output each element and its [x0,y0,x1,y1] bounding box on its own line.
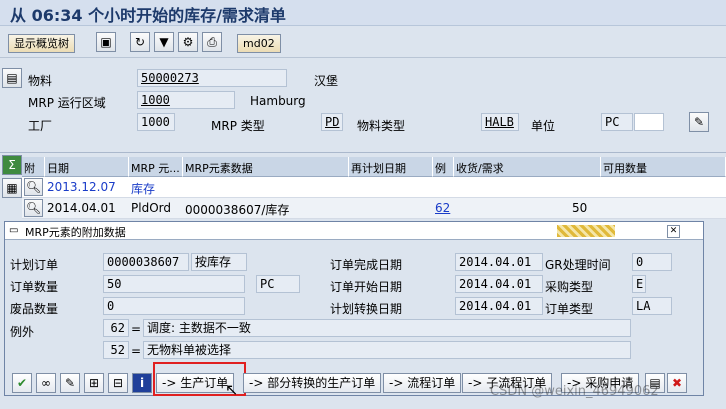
magnifier-icon[interactable]: 🔍︎ [24,178,43,196]
hierarchy-icon[interactable]: ▦ [2,178,22,198]
picture-icon[interactable]: ▣ [96,32,116,52]
row-mrp-data: 0000038607/库存 [185,203,290,217]
start-date-field[interactable]: 2014.04.01 [455,275,543,293]
settings-icon[interactable]: ⚙ [178,32,198,52]
edit-pencil-icon[interactable]: ✎ [689,112,709,132]
plant-field[interactable]: 1000 [137,113,175,131]
overview-tree-button[interactable]: 显示概览树 [8,34,75,53]
planned-order-label: 计划订单 [10,258,59,272]
watermark: CSDN @weixin_46949062 [490,384,659,399]
md02-button[interactable]: md02 [237,34,281,53]
col-receipt-req[interactable]: 收货/需求 [454,157,601,177]
finish-date-label: 订单完成日期 [330,258,403,272]
row-date: 2014.04.01 [47,201,116,215]
col-mrp-data[interactable]: MRP元素数据 [183,157,349,177]
material-field[interactable]: 50000273 [137,69,287,87]
row-exception-link[interactable]: 62 [435,201,450,215]
hierarchy-down-icon[interactable]: ⊞ [84,373,104,393]
process-order-button[interactable]: -> 流程订单 [383,373,462,393]
table-row[interactable]: 🔍︎ 2014.04.01 PldOrd 0000038607/库存 62 50 [22,198,726,219]
filter-icon[interactable]: ▼ [154,32,174,52]
close-icon[interactable]: ✕ [667,225,680,238]
folder-icon[interactable]: ▤ [2,68,22,88]
conversion-date-label: 计划转换日期 [330,302,403,316]
material-type-field[interactable]: HALB [481,113,519,131]
sum-icon[interactable]: Σ [2,155,22,175]
planned-order-field[interactable]: 0000038607 [103,253,189,271]
check-icon[interactable]: ✔ [12,373,32,393]
glasses-icon[interactable]: ∞ [36,373,56,393]
unit-extra-field[interactable] [634,113,664,131]
mrp-area-label: MRP 运行区域 [28,96,106,110]
mrp-element-dialog: MRP元素的附加数据 ▭ ✕ 计划订单 0000038607 按库存 订单数量 … [4,221,704,399]
row-mrp-element: PldOrd [131,201,171,215]
exception-code-1: 62 [103,319,129,337]
exception-eq-2: = [131,344,142,358]
unit-field[interactable]: PC [601,113,633,131]
scrap-field[interactable]: 0 [103,297,245,315]
partial-conversion-button[interactable]: -> 部分转换的生产订单 [243,373,382,393]
status-pattern [557,225,615,237]
start-date-label: 订单开始日期 [330,280,403,294]
exception-text-2: 无物料单被选择 [143,341,631,359]
procurement-type-label: 采购类型 [545,280,594,294]
print-icon[interactable]: ⎙ [202,32,222,52]
order-type-field[interactable]: LA [632,297,672,315]
material-desc: 汉堡 [314,74,339,88]
gr-time-label: GR处理时间 [545,258,611,272]
mouse-cursor-icon: ↖ [225,380,239,399]
exception-eq-1: = [131,322,142,336]
page-title: 从 06:34 个小时开始的库存/需求清单 [0,0,726,26]
application-toolbar: 显示概览树 ▣ ↻ ▼ ⚙ ⎙ md02 [0,28,726,58]
order-qty-unit: PC [256,275,300,293]
order-type-label: 订单类型 [545,302,594,316]
plant-label: 工厂 [28,119,53,133]
row-mrp-element: 库存 [131,182,156,196]
order-qty-field[interactable]: 50 [103,275,245,293]
mrp-type-label: MRP 类型 [211,119,265,133]
hierarchy-up-icon[interactable]: ⊟ [108,373,128,393]
mrp-type-field[interactable]: PD [321,113,343,131]
order-qty-label: 订单数量 [10,280,59,294]
row-qty: 50 [572,201,588,215]
refresh-icon[interactable]: ↻ [130,32,150,52]
col-available[interactable]: 可用数量 [601,157,726,177]
divider [0,152,726,153]
pencil-icon[interactable]: ✎ [60,373,80,393]
conversion-date-field[interactable]: 2014.04.01 [455,297,543,315]
mrp-area-field[interactable]: 1000 [137,91,235,109]
material-type-label: 物料类型 [357,119,406,133]
procurement-type-field[interactable]: E [632,275,646,293]
col-attach[interactable]: 附 [22,157,45,177]
exception-label: 例外 [10,325,35,339]
scrap-label: 废品数量 [10,302,59,316]
mrp-area-desc: Hamburg [250,94,306,108]
row-date: 2013.12.07 [47,180,116,194]
magnifier-icon[interactable]: 🔍︎ [24,199,43,217]
col-mrp-element[interactable]: MRP 元... [129,157,183,177]
col-reschedule[interactable]: 再计划日期 [349,157,433,177]
table-row[interactable]: 🔍︎ 2013.12.07 库存 [22,177,726,198]
window-icon: ▭ [9,225,19,236]
col-exception[interactable]: 例 [433,157,454,177]
planned-order-desc: 按库存 [191,253,247,271]
material-label: 物料 [28,74,53,88]
exception-text-1: 调度: 主数据不一致 [143,319,631,337]
gr-time-field[interactable]: 0 [632,253,672,271]
col-date[interactable]: 日期 [45,157,129,177]
cancel-icon[interactable]: ✖ [667,373,687,393]
info-icon[interactable]: i [132,373,152,393]
exception-code-2: 52 [103,341,129,359]
unit-label: 单位 [531,119,556,133]
finish-date-field[interactable]: 2014.04.01 [455,253,543,271]
